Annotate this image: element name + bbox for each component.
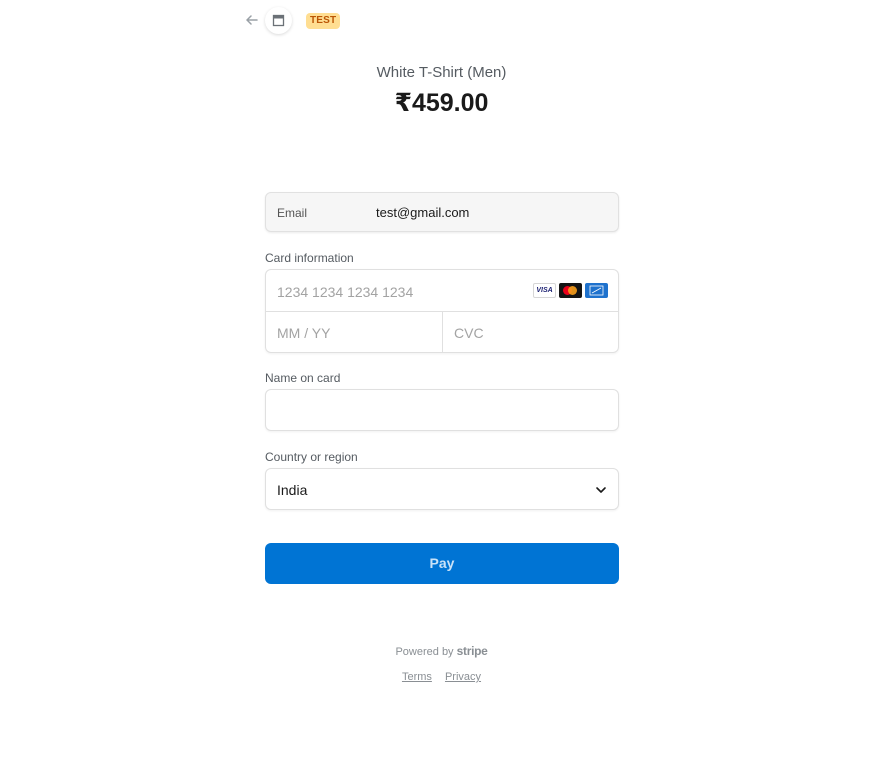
name-on-card-input[interactable] bbox=[265, 389, 619, 431]
card-expiry-input[interactable]: MM / YY bbox=[266, 312, 443, 352]
product-price: ₹459.00 bbox=[394, 89, 489, 117]
footer-links: Terms Privacy bbox=[0, 671, 883, 683]
email-field[interactable]: Email test@gmail.com bbox=[265, 192, 619, 232]
powered-by-stripe[interactable]: Powered by stripe bbox=[0, 644, 883, 658]
card-expiry-placeholder: MM / YY bbox=[277, 325, 331, 341]
privacy-link[interactable]: Privacy bbox=[445, 671, 481, 683]
storefront-icon bbox=[272, 14, 285, 27]
back-arrow-icon[interactable] bbox=[244, 12, 260, 28]
country-label: Country or region bbox=[265, 450, 358, 464]
powered-by-text: Powered by bbox=[395, 646, 454, 658]
amex-icon bbox=[585, 283, 608, 298]
card-number-input[interactable]: 1234 1234 1234 1234 VISA bbox=[266, 270, 618, 312]
card-cvc-placeholder: CVC bbox=[454, 325, 484, 341]
email-value: test@gmail.com bbox=[376, 205, 470, 220]
card-information-label: Card information bbox=[265, 251, 354, 265]
country-select[interactable]: India bbox=[265, 468, 619, 510]
mastercard-icon bbox=[559, 283, 582, 298]
card-cvc-input[interactable]: CVC bbox=[443, 312, 618, 352]
test-mode-badge: TEST bbox=[306, 13, 341, 29]
card-information-group: 1234 1234 1234 1234 VISA MM / YY CVC bbox=[265, 269, 619, 353]
store-icon[interactable] bbox=[265, 7, 292, 34]
card-brands: VISA bbox=[533, 283, 608, 298]
country-selected-value: India bbox=[277, 482, 308, 498]
card-number-placeholder: 1234 1234 1234 1234 bbox=[277, 284, 414, 300]
chevron-down-icon bbox=[596, 487, 606, 493]
pay-button[interactable]: Pay bbox=[265, 543, 619, 584]
product-name: White T-Shirt (Men) bbox=[376, 64, 507, 81]
name-on-card-label: Name on card bbox=[265, 371, 341, 385]
terms-link[interactable]: Terms bbox=[402, 671, 432, 683]
stripe-logo: stripe bbox=[456, 644, 488, 658]
visa-icon: VISA bbox=[533, 283, 556, 298]
email-label: Email bbox=[277, 206, 308, 220]
